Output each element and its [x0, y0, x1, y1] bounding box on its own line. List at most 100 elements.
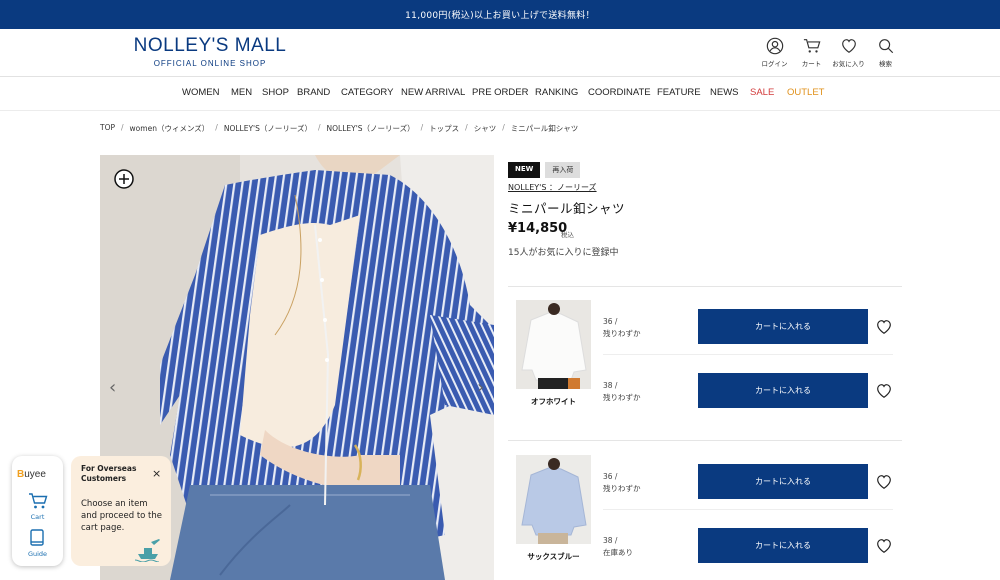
buyee-logo-rest: uyee	[24, 469, 46, 480]
add-to-cart-button[interactable]: カートに入れる	[698, 464, 868, 499]
tax-label: 税込	[561, 231, 574, 239]
nav-divider	[0, 110, 1000, 111]
tooltip-title: For Overseas Customers	[81, 464, 137, 483]
buyee-cart-icon[interactable]	[28, 492, 48, 510]
favorites-label: お気に入り	[832, 60, 865, 68]
badge-restock: 再入荷	[545, 162, 581, 178]
nav-women[interactable]: WOMEN	[182, 87, 219, 98]
favorites-button[interactable]: お気に入り	[830, 37, 867, 68]
row-divider	[603, 354, 893, 355]
buyee-logo[interactable]: Buyee	[17, 469, 46, 480]
nav-outlet[interactable]: OUTLET	[787, 87, 824, 98]
buyee-cart-label[interactable]: Cart	[12, 513, 63, 521]
heart-icon	[841, 39, 856, 53]
favorite-heart-icon[interactable]	[875, 382, 893, 400]
crumb-sep: /	[317, 123, 321, 132]
search-label: 検索	[879, 60, 892, 68]
search-button[interactable]: 検索	[867, 37, 904, 68]
prev-image-arrow[interactable]: ‹	[109, 377, 116, 398]
favorite-count: 15人がお気に入りに登録中	[508, 248, 619, 258]
login-label: ログイン	[761, 60, 788, 68]
add-to-cart-button[interactable]: カートに入れる	[698, 373, 868, 408]
crumb-shirts[interactable]: シャツ	[474, 123, 497, 134]
variant-size-row: 38 / 在庫あり	[603, 535, 633, 559]
nav-category[interactable]: CATEGORY	[341, 87, 393, 98]
user-icon	[766, 37, 783, 55]
header-icons: ログイン カート お気に入り 検索	[756, 37, 904, 68]
favorite-heart-icon[interactable]	[875, 537, 893, 555]
header-divider	[0, 76, 1000, 77]
buyee-guide-label[interactable]: Guide	[12, 550, 63, 558]
nav-news[interactable]: NEWS	[710, 87, 739, 98]
section-divider	[508, 440, 902, 441]
tooltip-body: Choose an item and proceed to the cart p…	[81, 499, 163, 533]
cart-icon	[803, 39, 820, 53]
ship-plane-icon	[135, 539, 160, 562]
product-badges: NEW 再入荷	[508, 162, 581, 178]
crumb-sep: /	[465, 123, 468, 132]
variant-thumbnail-saxblue[interactable]	[516, 455, 591, 544]
badge-new: NEW	[508, 162, 541, 178]
promo-text: 11,000円(税込)以上お買い上げで送料無料！	[405, 11, 595, 21]
product-title: ミニパール釦シャツ	[508, 201, 626, 216]
nav-feature[interactable]: FEATURE	[657, 87, 701, 98]
crumb-shop[interactable]: NOLLEY'S（ノーリーズ）	[224, 123, 312, 134]
cart-label: カート	[801, 60, 822, 68]
site-logo[interactable]: NOLLEY'S MALL OFFICIAL ONLINE SHOP	[130, 35, 290, 69]
favorite-heart-icon[interactable]	[875, 318, 893, 336]
crumb-sep: /	[420, 123, 424, 132]
variant-size-row: 36 / 残りわずか	[603, 471, 641, 495]
crumb-sep: /	[215, 123, 218, 132]
nav-men[interactable]: MEN	[231, 87, 252, 98]
stock-status: 在庫あり	[603, 548, 633, 557]
add-to-cart-button[interactable]: カートに入れる	[698, 309, 868, 344]
crumb-sep: /	[121, 123, 124, 132]
nav-brand[interactable]: BRAND	[297, 87, 330, 98]
crumb-tops[interactable]: トップス	[429, 123, 459, 134]
variant-color-name: オフホワイト	[531, 397, 576, 406]
nav-new-arrival[interactable]: NEW ARRIVAL	[401, 87, 465, 98]
brand-link[interactable]: NOLLEY'S ：ノーリーズ	[508, 182, 597, 193]
variant-photo	[516, 300, 591, 389]
nav-pre-order[interactable]: PRE ORDER	[472, 87, 528, 98]
size-label: 38 /	[603, 381, 618, 390]
crumb-sep: /	[502, 123, 505, 132]
login-button[interactable]: ログイン	[756, 37, 793, 68]
add-to-cart-button[interactable]: カートに入れる	[698, 528, 868, 563]
crumb-women[interactable]: women（ウィメンズ）	[130, 123, 210, 134]
search-icon	[878, 39, 893, 54]
cart-button[interactable]: カート	[793, 37, 830, 68]
crumb-top[interactable]: TOP	[100, 123, 115, 134]
variant-color-name: サックスブルー	[527, 552, 580, 561]
tooltip-close-button[interactable]: ×	[152, 467, 161, 480]
variant-size-row: 38 / 残りわずか	[603, 380, 641, 404]
stock-status: 残りわずか	[603, 329, 641, 338]
row-divider	[603, 509, 893, 510]
nav-sale[interactable]: SALE	[750, 87, 774, 98]
favorite-heart-icon[interactable]	[875, 473, 893, 491]
nav-shop[interactable]: SHOP	[262, 87, 289, 98]
logo-sub: OFFICIAL ONLINE SHOP	[153, 59, 267, 68]
breadcrumb: TOP / women（ウィメンズ） / NOLLEY'S（ノーリーズ） / NOLL…	[100, 123, 578, 134]
zoom-button[interactable]	[114, 169, 134, 193]
crumb-current: ミニパール釦シャツ	[510, 124, 579, 133]
nav-ranking[interactable]: RANKING	[535, 87, 578, 98]
buyee-widget: Buyee Cart Guide	[12, 456, 63, 566]
variant-photo	[516, 455, 591, 544]
zoom-plus-icon	[114, 169, 134, 189]
next-image-arrow[interactable]: ›	[477, 377, 484, 398]
size-label: 38 /	[603, 536, 618, 545]
nav-coordinate[interactable]: COORDINATE	[588, 87, 651, 98]
crumb-brand[interactable]: NOLLEY'S（ノーリーズ）	[327, 123, 415, 134]
variant-thumbnail-offwhite[interactable]	[516, 300, 591, 389]
buyee-guide-icon[interactable]	[29, 529, 45, 547]
logo-main: NOLLEY'S MALL	[133, 35, 287, 56]
stock-status: 残りわずか	[603, 393, 641, 402]
promo-banner: 11,000円(税込)以上お買い上げで送料無料！	[0, 0, 1000, 29]
variant-size-row: 36 / 残りわずか	[603, 316, 641, 340]
stock-status: 残りわずか	[603, 484, 641, 493]
size-label: 36 /	[603, 317, 618, 326]
buyee-tooltip: For Overseas Customers × Choose an item …	[71, 456, 171, 566]
product-price: ¥14,850	[508, 221, 568, 236]
size-label: 36 /	[603, 472, 618, 481]
